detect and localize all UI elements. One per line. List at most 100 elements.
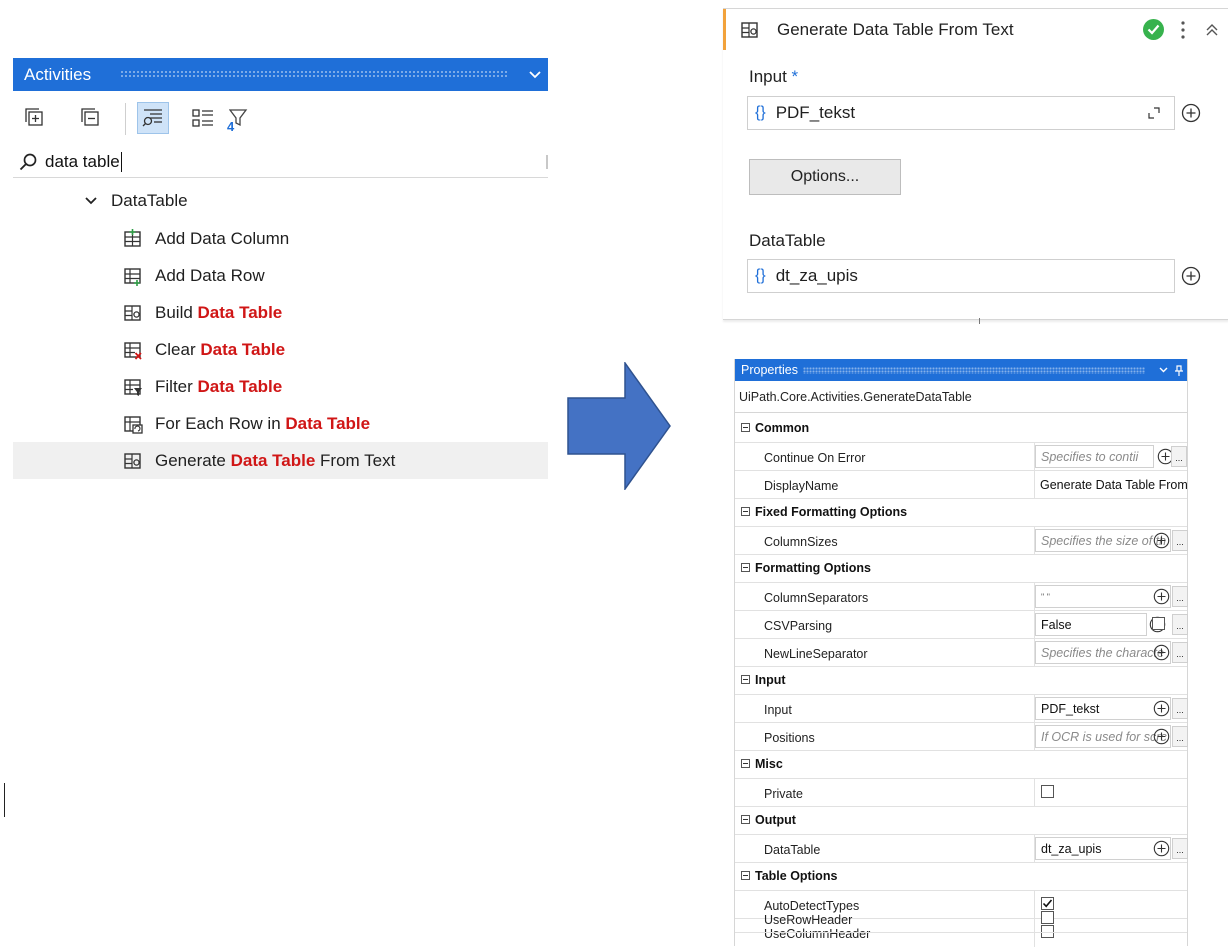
ellipsis-button[interactable]: ...: [1172, 642, 1188, 663]
newline-separator-input[interactable]: Specifies the characte: [1035, 641, 1171, 664]
expression-braces-icon: {}: [755, 104, 766, 121]
activity-card-title: Generate Data Table From Text: [777, 19, 1014, 39]
category-input[interactable]: Input: [735, 667, 1187, 695]
activity-card-header[interactable]: Generate Data Table From Text: [726, 9, 1228, 50]
expression-braces-icon: {}: [755, 267, 766, 284]
ellipsis-button[interactable]: ...: [1172, 586, 1188, 607]
activity-item-build-data-table[interactable]: Build Data Table: [13, 294, 548, 331]
property-datatable: DataTable dt_za_upis ...: [735, 835, 1188, 863]
plus-circle-icon[interactable]: [1153, 532, 1170, 549]
category-common[interactable]: Common: [735, 415, 1187, 443]
properties-panel: Properties UiPath.Core.Activities.Genera…: [734, 359, 1188, 947]
collapse-icon[interactable]: [741, 871, 750, 880]
generate-data-table-icon: [741, 21, 758, 38]
right-arrow-icon: [567, 362, 671, 490]
category-table-options[interactable]: Table Options: [735, 863, 1187, 891]
panel-drag-handle[interactable]: [803, 366, 1145, 374]
collapse-icon[interactable]: [741, 563, 750, 572]
expand-all-icon[interactable]: [21, 104, 49, 132]
clear-data-table-icon: [124, 342, 142, 360]
search-clear-handle: [546, 155, 548, 169]
display-name-input[interactable]: Generate Data Table From Tex: [1035, 473, 1188, 496]
ellipsis-button[interactable]: ...: [1172, 614, 1188, 635]
plus-circle-icon[interactable]: [1153, 588, 1170, 605]
collapse-icon[interactable]: [741, 675, 750, 684]
ellipsis-button[interactable]: ...: [1171, 446, 1187, 467]
activity-item-filter-data-table[interactable]: Filter Data Table: [13, 368, 548, 405]
property-private: Private: [735, 779, 1187, 807]
plus-circle-icon[interactable]: [1153, 644, 1170, 661]
activity-item-add-data-column[interactable]: Add Data Column: [13, 220, 548, 257]
panel-drag-handle[interactable]: [120, 70, 508, 79]
collapse-icon[interactable]: [741, 507, 750, 516]
collapse-icon[interactable]: [1204, 22, 1220, 38]
datatable-field-value: dt_za_upis: [775, 266, 858, 285]
datatable-property-input[interactable]: dt_za_upis: [1035, 837, 1171, 860]
activity-item-label: Clear Data Table: [155, 340, 286, 359]
activity-item-label: Generate Data Table From Text: [155, 451, 396, 470]
activity-item-clear-data-table[interactable]: Clear Data Table: [13, 331, 548, 368]
input-field[interactable]: {} PDF_tekst: [747, 96, 1175, 130]
chevron-down-icon[interactable]: [522, 70, 548, 79]
plus-circle-icon[interactable]: [1181, 266, 1201, 286]
property-continue-on-error: Continue On Error Specifies to contii ..…: [735, 443, 1187, 471]
ellipsis-button[interactable]: ...: [1172, 530, 1188, 551]
options-button[interactable]: Options...: [749, 159, 901, 195]
activity-item-label: Add Data Column: [155, 229, 290, 248]
datatable-field[interactable]: {} dt_za_upis: [747, 259, 1175, 293]
chevron-down-icon[interactable]: [1155, 367, 1171, 373]
column-separators-input[interactable]: " ": [1035, 585, 1171, 608]
plus-circle-icon[interactable]: [1153, 700, 1170, 717]
activity-item-label: Filter Data Table: [155, 377, 283, 396]
add-data-row-icon: [124, 268, 141, 286]
activity-card[interactable]: Generate Data Table From Text Input * {}…: [723, 8, 1228, 320]
positions-input[interactable]: If OCR is used for scrc: [1035, 725, 1171, 748]
ellipsis-button[interactable]: ...: [1172, 838, 1188, 859]
activity-item-generate-data-table[interactable]: Generate Data Table From Text: [13, 442, 548, 479]
category-output[interactable]: Output: [735, 807, 1187, 835]
pin-icon[interactable]: [1171, 364, 1187, 376]
text-caret: [120, 152, 122, 172]
search-results-view-icon[interactable]: [137, 102, 169, 134]
collapse-icon[interactable]: [741, 759, 750, 768]
input-label: Input *: [749, 67, 799, 86]
collapse-icon[interactable]: [741, 815, 750, 824]
csv-parsing-input[interactable]: False: [1035, 613, 1147, 636]
activity-item-label: Build Data Table: [155, 303, 283, 322]
input-property-input[interactable]: PDF_tekst: [1035, 697, 1171, 720]
category-formatting[interactable]: Formatting Options: [735, 555, 1187, 583]
use-row-header-checkbox[interactable]: [1041, 911, 1054, 924]
generate-data-table-icon: [124, 453, 141, 469]
csv-parsing-checkbox[interactable]: [1152, 617, 1165, 630]
plus-circle-icon[interactable]: [1181, 103, 1201, 123]
list-view-icon[interactable]: [189, 104, 217, 132]
activities-search-input[interactable]: data table: [13, 147, 548, 178]
collapse-all-icon[interactable]: [77, 104, 105, 132]
add-data-column-icon: [124, 229, 141, 247]
collapse-icon[interactable]: [741, 423, 750, 432]
ellipsis-button[interactable]: ...: [1172, 698, 1188, 719]
continue-on-error-input[interactable]: Specifies to contii: [1035, 445, 1154, 468]
column-sizes-input[interactable]: Specifies the size of th: [1035, 529, 1171, 552]
property-input: Input PDF_tekst ...: [735, 695, 1188, 723]
activity-type-name: UiPath.Core.Activities.GenerateDataTable: [735, 381, 1187, 413]
for-each-row-icon: [124, 416, 143, 434]
build-data-table-icon: [124, 305, 141, 321]
tree-group-datatable[interactable]: DataTable: [85, 186, 188, 216]
category-misc[interactable]: Misc: [735, 751, 1187, 779]
search-icon: [19, 153, 37, 171]
property-display-name: DisplayName Generate Data Table From Tex: [735, 471, 1188, 499]
connector-tick: [979, 318, 980, 324]
plus-circle-icon[interactable]: [1153, 728, 1170, 745]
private-checkbox[interactable]: [1041, 785, 1054, 798]
activity-item-add-data-row[interactable]: Add Data Row: [13, 257, 548, 294]
chevron-down-icon[interactable]: [85, 197, 97, 205]
activities-panel-header: Activities: [13, 58, 548, 91]
filter-count-badge: 4: [227, 119, 235, 134]
plus-circle-icon[interactable]: [1153, 840, 1170, 857]
category-fixed-formatting[interactable]: Fixed Formatting Options: [735, 499, 1187, 527]
ellipsis-button[interactable]: ...: [1172, 726, 1188, 747]
more-options-icon[interactable]: [1178, 19, 1188, 41]
activity-item-for-each-row[interactable]: For Each Row in Data Table: [13, 405, 548, 442]
expand-editor-icon[interactable]: [1148, 107, 1160, 119]
